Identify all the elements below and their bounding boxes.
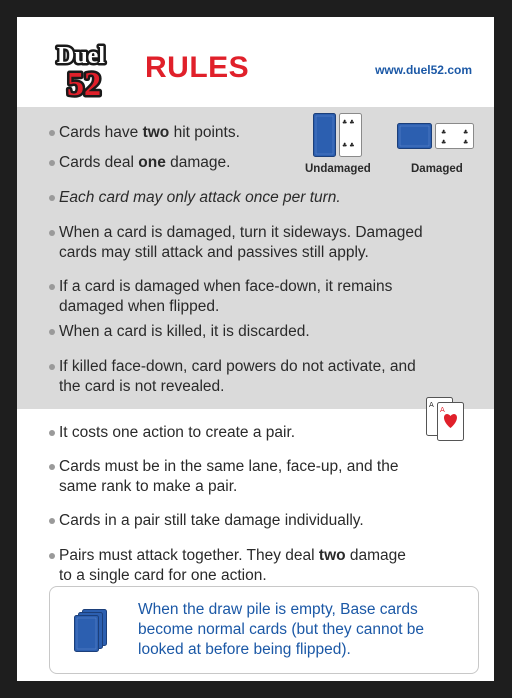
header: Duel Duel 52 52 RULES www.duel52.com xyxy=(17,17,494,107)
svg-text:A: A xyxy=(440,406,445,414)
undamaged-label: Undamaged xyxy=(305,163,371,175)
rule-attack-once: Each card may only attack once per turn. xyxy=(49,188,341,208)
svg-text:♣: ♣ xyxy=(463,129,468,136)
svg-text:♣: ♣ xyxy=(441,129,446,136)
rule-pair-requirements: Cards must be in the same lane, face-up,… xyxy=(49,457,398,497)
rule-damage: Cards deal one damage. xyxy=(49,153,230,173)
website-link[interactable]: www.duel52.com xyxy=(375,63,472,77)
rule-create-pair: It costs one action to create a pair. xyxy=(49,423,295,443)
rule-damaged-face-down: If a card is damaged when face-down, it … xyxy=(49,277,392,317)
svg-text:♣ ♣: ♣ ♣ xyxy=(342,142,355,149)
card-stack-icon xyxy=(72,608,118,654)
page-title: RULES xyxy=(145,51,250,84)
undamaged-card-example: ♣ ♣ ♣ ♣ xyxy=(313,113,363,157)
svg-text:52: 52 xyxy=(67,66,101,99)
rule-hit-points: Cards have two hit points. xyxy=(49,123,240,143)
svg-text:A: A xyxy=(429,401,434,409)
rule-killed-face-down: If killed face-down, card powers do not … xyxy=(49,357,416,397)
rule-killed-discarded: When a card is killed, it is discarded. xyxy=(49,322,310,342)
rule-pair-damage-individual: Cards in a pair still take damage indivi… xyxy=(49,511,364,531)
rule-damaged-sideways: When a card is damaged, turn it sideways… xyxy=(49,223,423,263)
draw-pile-note: When the draw pile is empty, Base cards b… xyxy=(49,586,479,674)
duel52-logo: Duel Duel 52 52 xyxy=(53,41,123,106)
svg-text:♣: ♣ xyxy=(441,139,446,146)
svg-text:♣: ♣ xyxy=(463,139,468,146)
rule-pair-attack-together: Pairs must attack together. They deal tw… xyxy=(49,546,406,586)
damaged-card-example: ♣ ♣ ♣ ♣ xyxy=(397,123,475,149)
note-text: When the draw pile is empty, Base cards b… xyxy=(138,601,425,658)
damaged-label: Damaged xyxy=(411,163,463,175)
pair-cards-icon: A A xyxy=(425,392,475,442)
rules-card: Duel Duel 52 52 RULES www.duel52.com ♣ ♣… xyxy=(17,17,494,681)
svg-text:♣ ♣: ♣ ♣ xyxy=(342,119,355,126)
